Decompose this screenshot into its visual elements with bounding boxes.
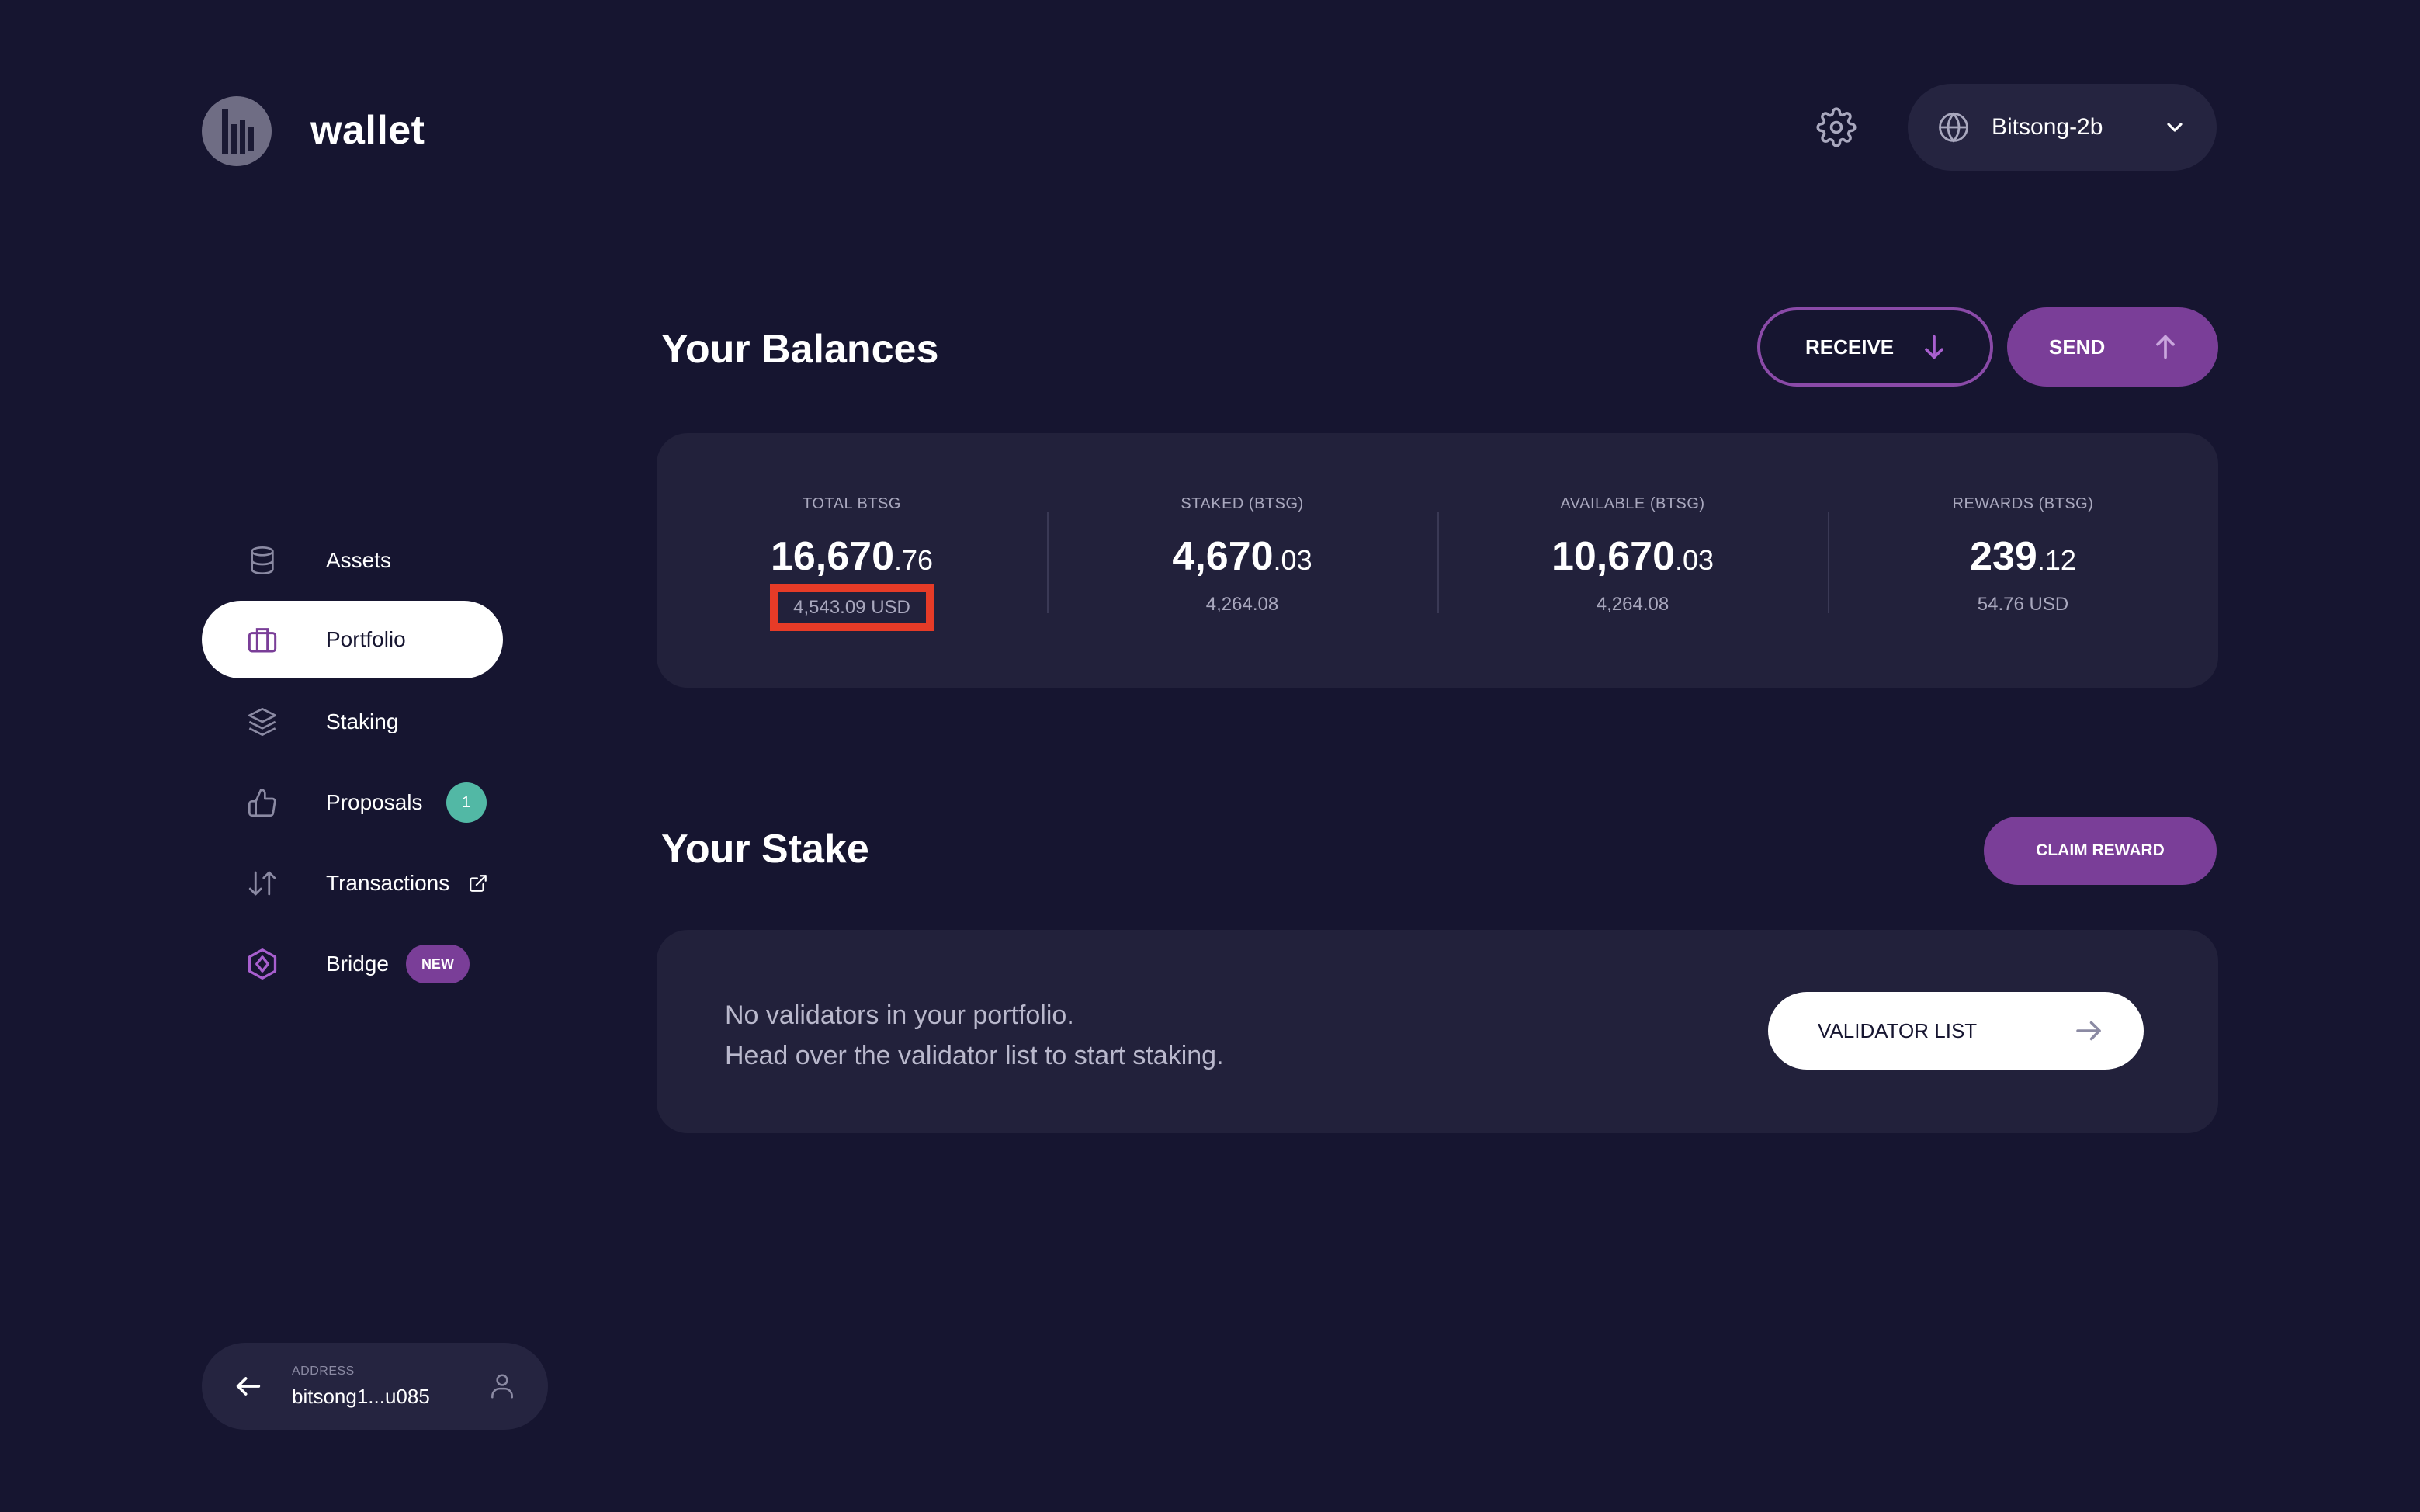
chevron-down-icon: [2167, 123, 2183, 132]
sidebar-item-staking[interactable]: Staking: [202, 683, 503, 761]
send-button[interactable]: SEND: [2007, 307, 2218, 387]
sidebar-item-bridge[interactable]: Bridge NEW: [202, 925, 503, 1003]
stake-empty-line2: Head over the validator list to start st…: [725, 1041, 1224, 1070]
user-icon[interactable]: [487, 1372, 517, 1401]
arrow-down-icon: [1925, 335, 1943, 359]
balance-label: TOTAL BTSG: [803, 495, 901, 512]
transfer-arrows-icon: [245, 866, 279, 900]
stake-empty-message: No validators in your portfolio. Head ov…: [725, 995, 1224, 1076]
stake-empty-line1: No validators in your portfolio.: [725, 1000, 1074, 1030]
database-icon: [245, 543, 279, 577]
proposals-count-badge: 1: [446, 782, 487, 823]
sidebar-item-assets[interactable]: Assets: [202, 522, 503, 599]
arrow-right-icon: [2076, 1021, 2101, 1041]
balances-title: Your Balances: [661, 327, 939, 372]
balance-label: STAKED (BTSG): [1181, 495, 1304, 512]
arrow-left-icon[interactable]: [233, 1371, 264, 1402]
claim-reward-button[interactable]: CLAIM REWARD: [1984, 817, 2217, 885]
sidebar-item-portfolio[interactable]: Portfolio: [202, 601, 503, 678]
balance-available: AVAILABLE (BTSG) 10,670.03 4,264.08: [1437, 433, 1828, 688]
receive-button[interactable]: RECEIVE: [1757, 307, 1993, 387]
address-block: ADDRESS bitsong1...u085: [292, 1365, 487, 1409]
sidebar-item-label: Proposals: [326, 790, 423, 814]
validator-list-button[interactable]: VALIDATOR LIST: [1768, 992, 2144, 1070]
network-label: Bitsong-2b: [1992, 114, 2103, 140]
balance-label: AVAILABLE (BTSG): [1560, 495, 1705, 512]
sidebar-item-label: Assets: [326, 548, 392, 572]
sidebar-item-proposals[interactable]: Proposals 1: [202, 764, 503, 841]
sidebar-item-label: Transactions: [326, 871, 450, 895]
address-caption: ADDRESS: [292, 1364, 355, 1378]
stake-title: Your Stake: [661, 827, 869, 872]
balances-card: TOTAL BTSG 16,670.76 4,543.09 USD STAKED…: [657, 433, 2218, 688]
arrow-up-icon: [2156, 335, 2175, 359]
thumbs-up-icon: [245, 785, 279, 820]
logo-bars-icon: [222, 109, 254, 154]
briefcase-icon: [245, 622, 279, 657]
balance-sub: 4,264.08: [1596, 594, 1669, 615]
balance-rewards: REWARDS (BTSG) 239.12 54.76 USD: [1828, 433, 2218, 688]
wallet-address-pill[interactable]: ADDRESS bitsong1...u085: [202, 1343, 548, 1430]
balance-amount: 10,670.03: [1551, 534, 1714, 579]
sidebar-item-transactions[interactable]: Transactions: [202, 844, 503, 922]
new-badge: NEW: [405, 945, 470, 983]
sidebar-item-label: Staking: [326, 709, 399, 733]
balance-sub: 54.76 USD: [1977, 594, 2069, 615]
balance-sub: 4,264.08: [1205, 594, 1279, 615]
sidebar-item-label: Bridge: [326, 952, 389, 976]
external-link-icon: [470, 875, 487, 892]
address-value: bitsong1...u085: [292, 1384, 430, 1408]
settings-gear-icon[interactable]: [1816, 107, 1857, 147]
balance-amount: 239.12: [1970, 534, 2076, 579]
balance-amount: 4,670.03: [1172, 534, 1312, 579]
app-logo[interactable]: [202, 96, 272, 166]
balance-usd-highlighted: 4,543.09 USD: [770, 584, 934, 631]
sidebar-item-label: Portfolio: [326, 627, 406, 651]
balance-label: REWARDS (BTSG): [1952, 495, 2094, 512]
app-name: wallet: [310, 108, 425, 153]
validator-list-label: VALIDATOR LIST: [1818, 1018, 1978, 1042]
balance-amount: 16,670.76: [770, 534, 934, 579]
network-selector[interactable]: Bitsong-2b: [1908, 84, 2217, 171]
balance-staked: STAKED (BTSG) 4,670.03 4,264.08: [1047, 433, 1437, 688]
balance-total: TOTAL BTSG 16,670.76 4,543.09 USD: [657, 433, 1047, 688]
layers-icon: [245, 705, 279, 739]
send-label: SEND: [2049, 335, 2106, 359]
receive-label: RECEIVE: [1805, 335, 1895, 359]
bridge-icon: [245, 947, 279, 981]
globe-icon: [1939, 112, 1968, 143]
